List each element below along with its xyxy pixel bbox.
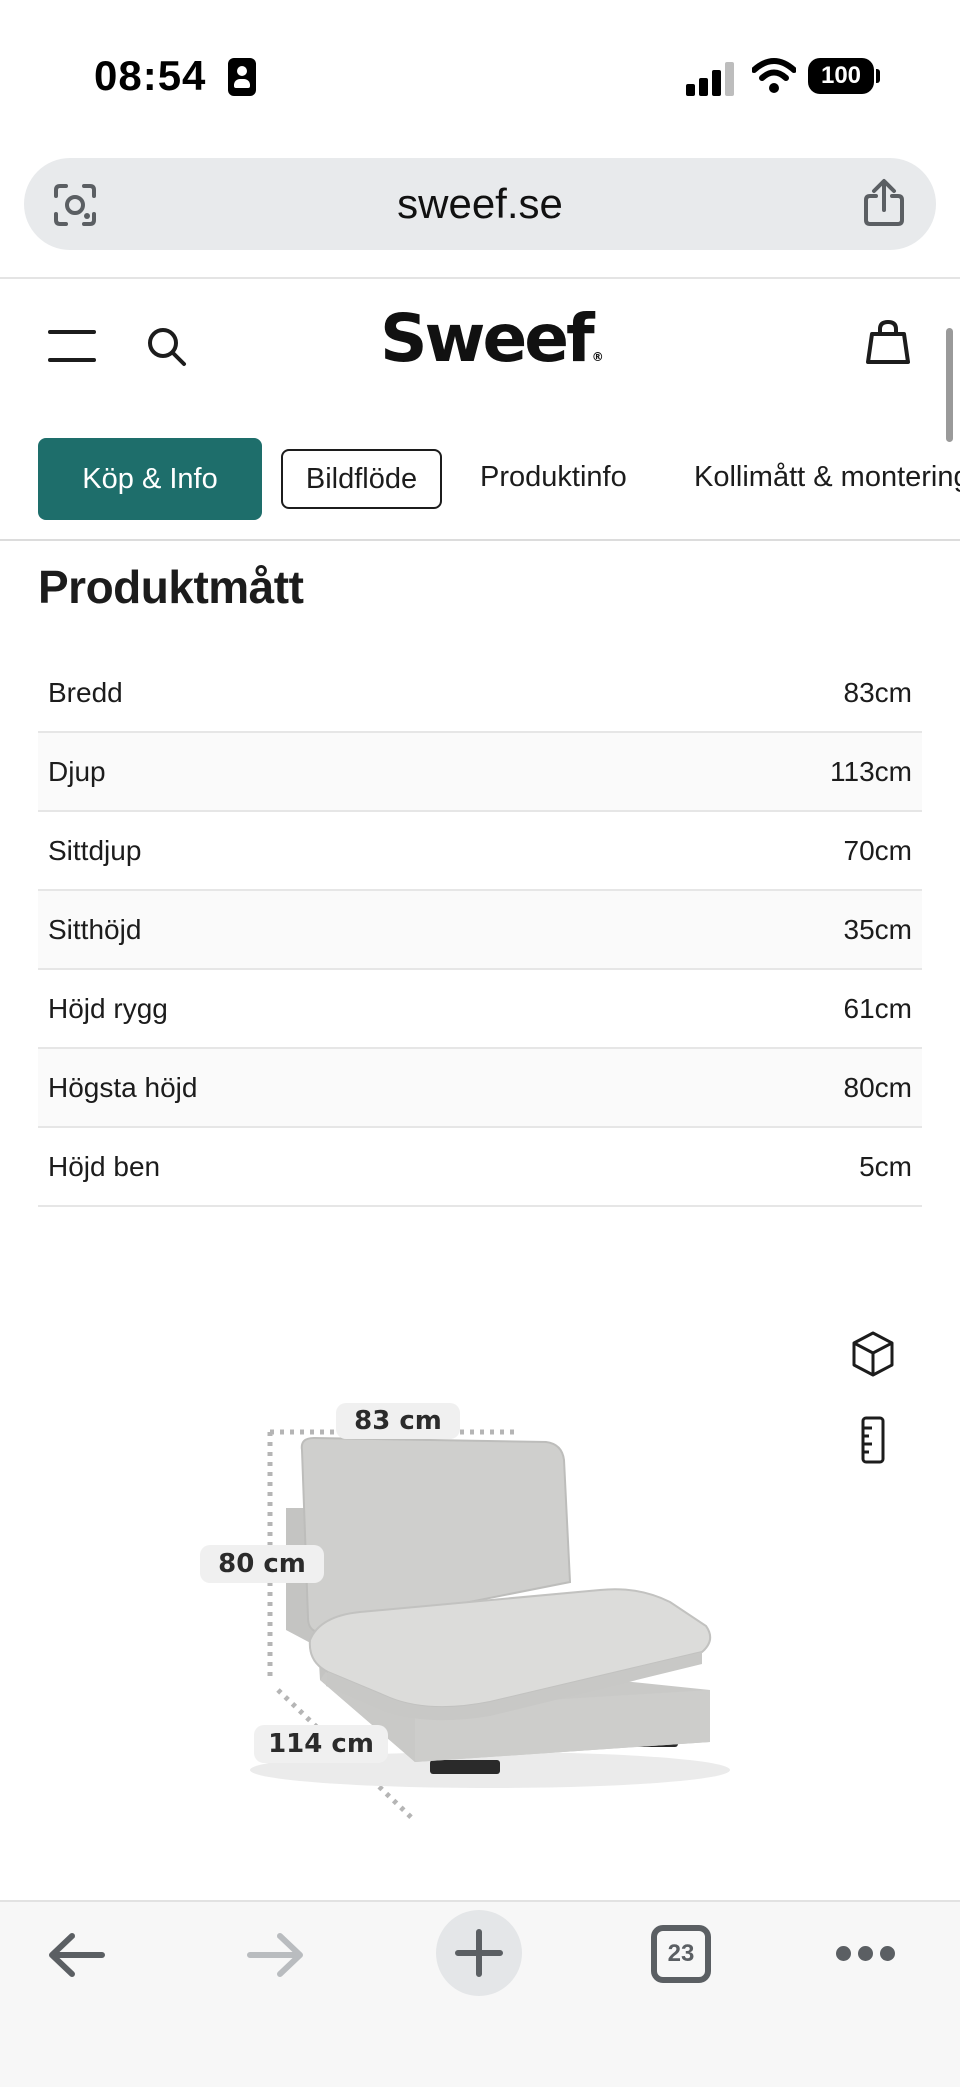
- tab-kop-info[interactable]: Köp & Info: [38, 438, 262, 520]
- product-tabs: Köp & Info Bildflöde Produktinfo Kollimå…: [0, 438, 960, 524]
- battery-tip: [876, 69, 880, 83]
- measure-value: 70cm: [843, 834, 912, 866]
- section-title: Produktmått: [38, 561, 304, 613]
- dimension-label-depth: 114 cm: [254, 1725, 388, 1763]
- site-logo-text: Sweef: [380, 300, 595, 377]
- table-row: Höjd rygg 61cm: [38, 970, 922, 1049]
- measurements-table: Bredd 83cm Djup 113cm Sittdjup 70cm Sitt…: [38, 654, 922, 1207]
- measure-value: 113cm: [830, 755, 912, 787]
- table-row: Sitthöjd 35cm: [38, 891, 922, 970]
- menu-icon[interactable]: [48, 330, 96, 364]
- measure-label: Höjd ben: [48, 1150, 161, 1182]
- measure-label: Djup: [48, 755, 106, 787]
- wifi-icon: [752, 58, 796, 93]
- dimension-label-width: 83 cm: [336, 1403, 460, 1439]
- dimension-label-height: 80 cm: [200, 1545, 324, 1583]
- measure-label: Sittdjup: [48, 834, 142, 866]
- address-bar[interactable]: sweef.se: [24, 158, 936, 250]
- forward-icon[interactable]: [246, 1930, 306, 1980]
- table-row: Högsta höjd 80cm: [38, 1049, 922, 1128]
- scrollbar[interactable]: [946, 328, 953, 442]
- search-icon[interactable]: [146, 326, 188, 368]
- status-bar: 08:54 100: [0, 0, 960, 150]
- tab-bildflode[interactable]: Bildflöde: [281, 449, 442, 509]
- table-row: Bredd 83cm: [38, 654, 922, 733]
- more-icon[interactable]: [836, 1946, 896, 1962]
- table-row: Höjd ben 5cm: [38, 1128, 922, 1207]
- registered-mark: ®: [591, 350, 604, 364]
- measure-value: 61cm: [843, 992, 912, 1024]
- measure-label: Höjd rygg: [48, 992, 168, 1024]
- site-logo[interactable]: Sweef®: [380, 300, 604, 377]
- measure-label: Sitthöjd: [48, 913, 142, 945]
- new-tab-button[interactable]: [436, 1910, 522, 1996]
- measure-label: Bredd: [48, 676, 123, 708]
- share-icon[interactable]: [862, 178, 906, 228]
- tabs-icon[interactable]: 23: [651, 1925, 711, 1983]
- bag-icon[interactable]: [864, 318, 912, 366]
- back-icon[interactable]: [46, 1930, 106, 1980]
- sofa-dimension-illustration: [250, 1429, 730, 1822]
- id-card-icon: [228, 58, 256, 96]
- status-time: 08:54: [94, 52, 207, 99]
- plus-icon: [455, 1929, 503, 1977]
- cube-3d-icon[interactable]: [850, 1330, 896, 1378]
- tab-produktinfo[interactable]: Produktinfo: [480, 438, 627, 516]
- measure-value: 35cm: [843, 913, 912, 945]
- toolbar-divider: [0, 277, 960, 279]
- measure-label: Högsta höjd: [48, 1071, 198, 1103]
- measure-value: 80cm: [843, 1071, 912, 1103]
- tabs-divider: [0, 539, 960, 541]
- cellular-signal-icon: [686, 62, 736, 96]
- table-row: Djup 113cm: [38, 733, 922, 812]
- table-row: Sittdjup 70cm: [38, 812, 922, 891]
- measure-value: 83cm: [843, 676, 912, 708]
- measure-value: 5cm: [859, 1150, 912, 1182]
- url-text[interactable]: sweef.se: [24, 180, 936, 228]
- ruler-icon[interactable]: [860, 1416, 886, 1464]
- battery-indicator: 100: [808, 58, 874, 94]
- tab-kollimatt-montering[interactable]: Kollimått & montering: [694, 438, 960, 516]
